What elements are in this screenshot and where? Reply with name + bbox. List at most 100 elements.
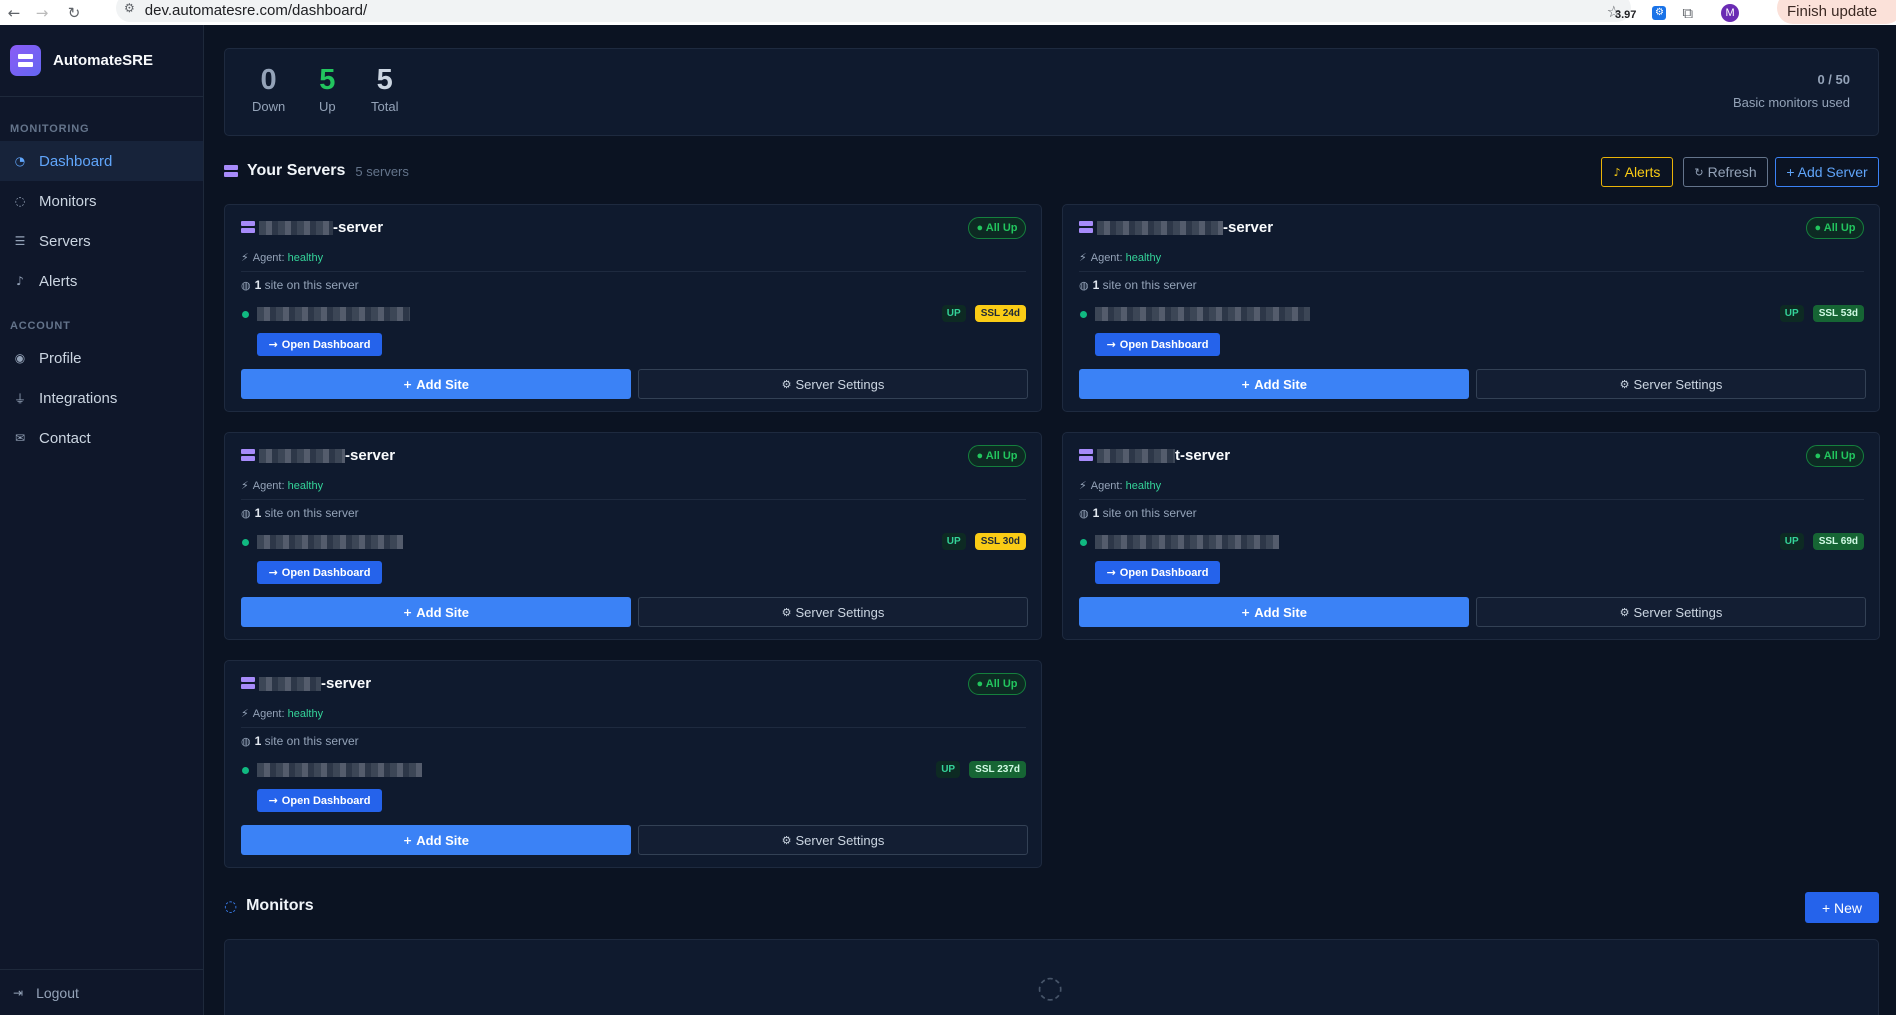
finish-update-button[interactable]: Finish update	[1777, 0, 1896, 24]
site-info-icon[interactable]: ⚙	[124, 1, 135, 15]
redacted-text	[259, 220, 333, 235]
stat-total: 5 Total	[371, 64, 398, 114]
arrow-right-icon: →	[1106, 338, 1116, 351]
ssl-badge: SSL 237d	[969, 761, 1026, 778]
satellite-icon: ◌	[14, 194, 26, 208]
browser-toolbar: ← → ↻ ⚙ dev.automatesre.com/dashboard/ ☆…	[0, 0, 1896, 25]
open-dashboard-button[interactable]: → Open Dashboard	[257, 333, 382, 356]
server-icon	[1079, 449, 1093, 462]
add-site-label: Add Site	[416, 604, 469, 620]
redacted-site-url[interactable]	[257, 763, 422, 777]
dashboard-icon: ◔	[14, 154, 26, 168]
open-dashboard-label: Open Dashboard	[281, 794, 371, 807]
add-site-button[interactable]: + Add Site	[241, 369, 631, 399]
add-site-button[interactable]: + Add Site	[1079, 369, 1469, 399]
bolt-icon: ⚡	[1079, 479, 1087, 492]
brand[interactable]: AutomateSRE	[0, 25, 203, 97]
server-name-suffix: -server	[1223, 219, 1274, 236]
agent-status: ⚡ Agent: healthy	[1079, 251, 1161, 264]
agent-health: healthy	[287, 708, 324, 720]
server-settings-button[interactable]: ⚙ Server Settings	[638, 597, 1028, 627]
site-row[interactable]: UP SSL 237d	[241, 760, 1026, 780]
server-settings-button[interactable]: ⚙ Server Settings	[1476, 369, 1866, 399]
arrow-right-icon: →	[268, 794, 278, 807]
sites-count: ◍ 1 site on this server	[241, 278, 359, 292]
redacted-site-url[interactable]	[1095, 307, 1310, 321]
redacted-site-url[interactable]	[257, 307, 410, 321]
logout-label: Logout	[36, 984, 79, 1001]
add-server-button[interactable]: + Add Server	[1775, 157, 1879, 187]
globe-icon: ◍	[241, 735, 251, 748]
plus-icon: +	[1241, 605, 1251, 619]
server-settings-label: Server Settings	[795, 832, 885, 848]
monitors-title: Monitors	[246, 897, 314, 914]
add-site-label: Add Site	[1254, 376, 1307, 392]
server-name[interactable]: -server	[259, 447, 395, 464]
agent-health: healthy	[287, 252, 324, 264]
site-badges: UP SSL 69d	[1779, 533, 1864, 550]
forward-icon[interactable]: →	[28, 0, 56, 25]
sidebar-item-label: Integrations	[39, 389, 118, 407]
open-dashboard-button[interactable]: → Open Dashboard	[257, 789, 382, 812]
sidebar-item-profile[interactable]: ◉ Profile	[0, 338, 203, 378]
refresh-button[interactable]: ↻ Refresh	[1683, 157, 1768, 187]
ssl-badge: SSL 24d	[974, 305, 1026, 322]
section-label-monitoring: MONITORING	[10, 123, 90, 135]
server-settings-label: Server Settings	[795, 604, 885, 620]
open-dashboard-button[interactable]: → Open Dashboard	[257, 561, 382, 584]
add-site-button[interactable]: + Add Site	[241, 825, 631, 855]
extension-icon[interactable]: ⚙	[1652, 5, 1667, 20]
open-dashboard-button[interactable]: → Open Dashboard	[1095, 561, 1220, 584]
server-settings-button[interactable]: ⚙ Server Settings	[1476, 597, 1866, 627]
site-row[interactable]: UP SSL 53d	[1079, 304, 1864, 324]
server-name[interactable]: -server	[259, 675, 371, 692]
sidebar-item-servers[interactable]: ☰ Servers	[0, 221, 203, 261]
new-monitor-button[interactable]: + New	[1805, 892, 1879, 923]
add-site-button[interactable]: + Add Site	[241, 597, 631, 627]
divider	[241, 271, 1026, 272]
server-settings-label: Server Settings	[1633, 604, 1723, 620]
alerts-button[interactable]: ♪ Alerts	[1601, 157, 1673, 187]
site-row[interactable]: UP SSL 69d	[1079, 532, 1864, 552]
sidebar-item-monitors[interactable]: ◌ Monitors	[0, 181, 203, 221]
extensions-puzzle-icon[interactable]: ⧉	[1682, 4, 1693, 22]
server-name[interactable]: t-server	[1097, 447, 1230, 464]
servers-section-header: Your Servers 5 servers	[224, 162, 409, 180]
status-badge: ● All Up	[968, 673, 1026, 695]
status-badge: ● All Up	[968, 445, 1026, 467]
server-icon	[241, 449, 255, 462]
status-dot	[242, 766, 249, 774]
open-dashboard-button[interactable]: → Open Dashboard	[1095, 333, 1220, 356]
stat-down: 0 Down	[252, 64, 285, 114]
back-icon[interactable]: ←	[0, 0, 28, 25]
sidebar-item-dashboard[interactable]: ◔ Dashboard	[0, 141, 203, 181]
sidebar-item-alerts[interactable]: ♪ Alerts	[0, 261, 203, 301]
site-badges: UP SSL 237d	[936, 761, 1026, 778]
reload-icon[interactable]: ↻	[60, 0, 88, 25]
extension-badge[interactable]: 3.97	[1615, 4, 1636, 21]
server-settings-button[interactable]: ⚙ Server Settings	[638, 825, 1028, 855]
server-name[interactable]: -server	[259, 219, 383, 236]
agent-status: ⚡ Agent: healthy	[241, 479, 323, 492]
site-up-badge: UP	[936, 761, 961, 778]
redacted-site-url[interactable]	[1095, 535, 1279, 549]
redacted-site-url[interactable]	[257, 535, 403, 549]
quota-label: Basic monitors used	[1732, 95, 1850, 110]
logout-link[interactable]: ⇥ Logout	[0, 969, 203, 1015]
server-name[interactable]: -server	[1097, 219, 1273, 236]
sites-count-text: site on this server	[264, 734, 359, 748]
site-badges: UP SSL 30d	[941, 533, 1026, 550]
server-settings-button[interactable]: ⚙ Server Settings	[638, 369, 1028, 399]
agent-label: Agent:	[252, 252, 285, 264]
ssl-badge: SSL 30d	[974, 533, 1026, 550]
site-row[interactable]: UP SSL 24d	[241, 304, 1026, 324]
sites-count-text: site on this server	[264, 506, 359, 520]
profile-avatar[interactable]: M	[1721, 3, 1740, 22]
add-site-button[interactable]: + Add Site	[1079, 597, 1469, 627]
url-text[interactable]: dev.automatesre.com/dashboard/	[145, 0, 367, 19]
site-row[interactable]: UP SSL 30d	[241, 532, 1026, 552]
sidebar-item-contact[interactable]: ✉ Contact	[0, 418, 203, 458]
sidebar-item-integrations[interactable]: ⏚ Integrations	[0, 378, 203, 418]
sites-count-text: site on this server	[264, 278, 359, 292]
address-bar[interactable]: ⚙ dev.automatesre.com/dashboard/ ☆	[116, 0, 1631, 22]
